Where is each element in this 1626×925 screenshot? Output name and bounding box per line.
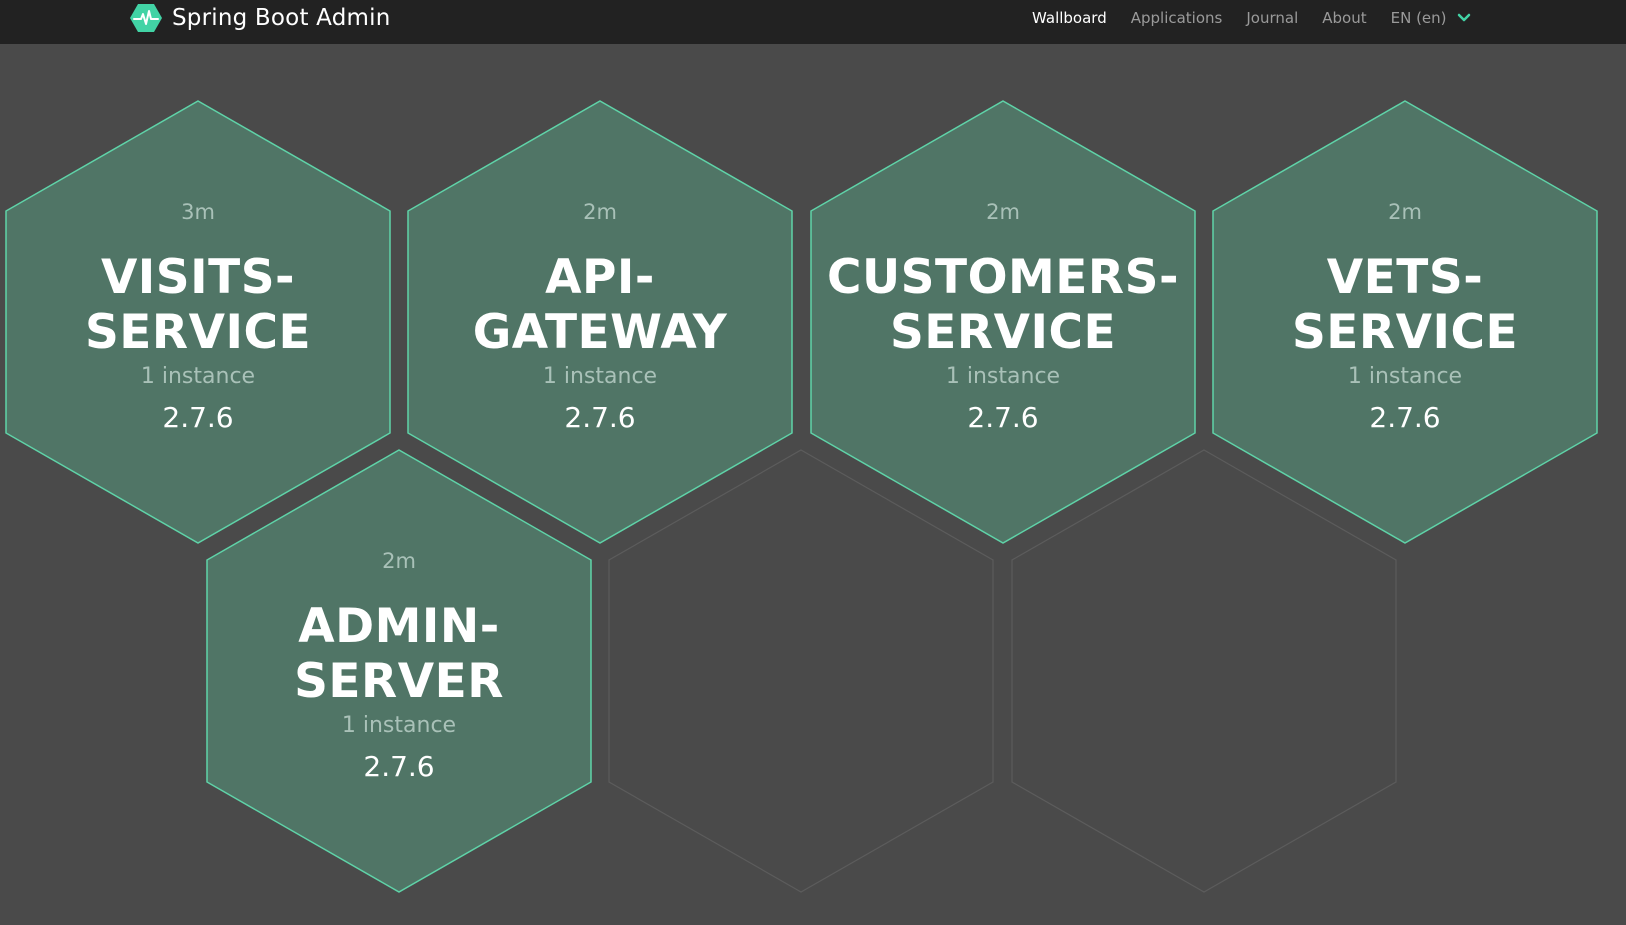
hex-api-gateway[interactable] xyxy=(407,100,793,544)
hex-admin-server[interactable] xyxy=(206,449,592,893)
hex-grid xyxy=(5,100,1598,893)
hex-empty-1 xyxy=(608,449,994,893)
hex-visits-service[interactable] xyxy=(5,100,391,544)
hex-vets-service[interactable] xyxy=(1212,100,1598,544)
hex-customers-service[interactable] xyxy=(810,100,1196,544)
wallboard: 3m VISITS- SERVICE 1 instance 2.7.6 2m A… xyxy=(0,0,1626,925)
hex-empty-2 xyxy=(1011,449,1397,893)
